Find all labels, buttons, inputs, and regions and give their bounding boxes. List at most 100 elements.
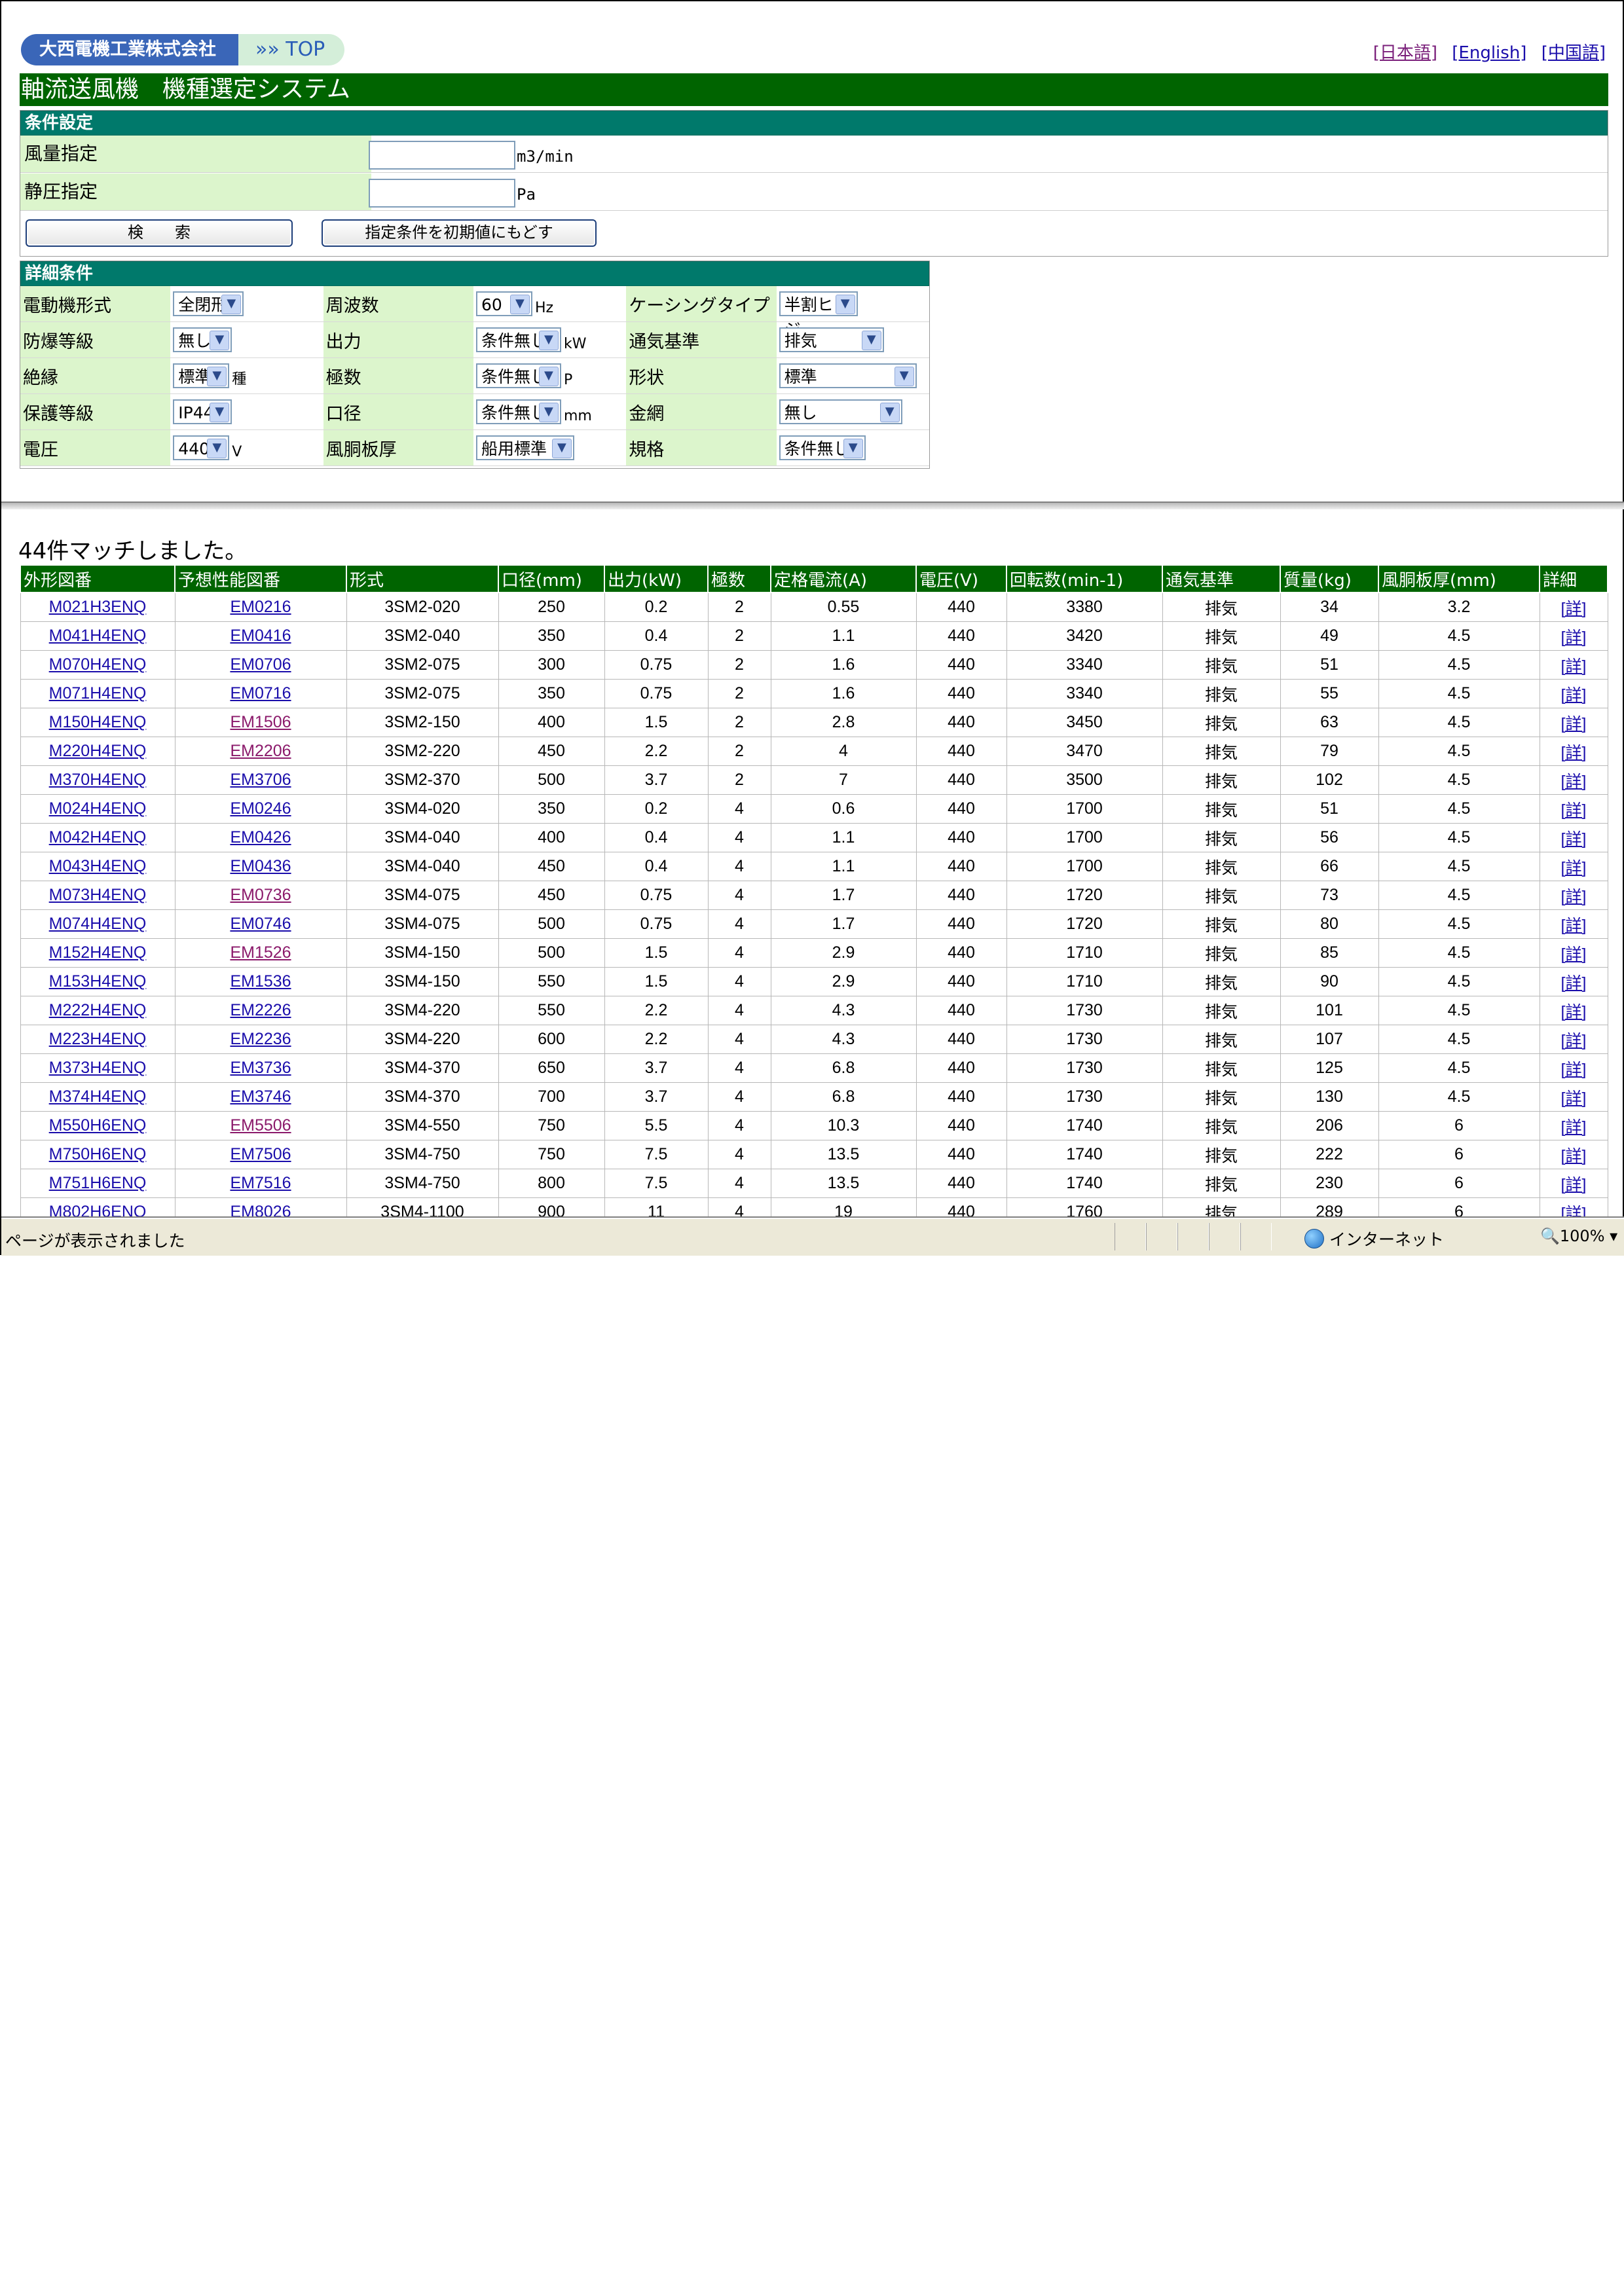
chevron-down-icon[interactable]: ▼ <box>207 367 227 386</box>
outline-drawing-link[interactable]: M550H6ENQ <box>49 1116 147 1135</box>
detail-link[interactable]: [詳] <box>1561 629 1587 647</box>
detail-link[interactable]: [詳] <box>1561 859 1587 877</box>
outline-drawing-link[interactable]: M750H6ENQ <box>49 1145 147 1163</box>
detail-link[interactable]: [詳] <box>1561 974 1587 993</box>
outline-drawing-link[interactable]: M153H4ENQ <box>49 972 147 991</box>
detail-link[interactable]: [詳] <box>1561 744 1587 762</box>
chevron-down-icon[interactable]: ▼ <box>843 439 863 458</box>
detail-link[interactable]: [詳] <box>1561 773 1587 791</box>
performance-drawing-link[interactable]: EM0426 <box>230 828 291 847</box>
chevron-down-icon[interactable]: ▼ <box>538 331 559 350</box>
outline-drawing-link[interactable]: M024H4ENQ <box>49 799 147 818</box>
performance-drawing-link[interactable]: EM1506 <box>230 713 291 731</box>
outline-drawing-link[interactable]: M041H4ENQ <box>49 627 147 645</box>
performance-drawing-link[interactable]: EM2226 <box>230 1001 291 1019</box>
chevron-down-icon[interactable]: ▼ <box>538 367 559 386</box>
performance-drawing-link[interactable]: EM3706 <box>230 771 291 789</box>
performance-drawing-link[interactable]: EM0246 <box>230 799 291 818</box>
performance-drawing-link[interactable]: EM7506 <box>230 1145 291 1163</box>
chevron-down-icon[interactable]: ▼ <box>221 295 242 314</box>
outline-drawing-link[interactable]: M070H4ENQ <box>49 655 147 674</box>
detail-link[interactable]: [詳] <box>1561 1061 1587 1079</box>
detail-link[interactable]: [詳] <box>1561 1089 1587 1108</box>
detail-select[interactable]: 半割ヒンジ▼ <box>779 291 858 339</box>
detail-select[interactable]: 排気 ▼ <box>779 327 884 352</box>
detail-select[interactable]: 条件無し ▼ <box>475 399 561 424</box>
performance-drawing-link[interactable]: EM0416 <box>230 627 291 645</box>
outline-drawing-link[interactable]: M042H4ENQ <box>49 828 147 847</box>
detail-link[interactable]: [詳] <box>1561 1032 1587 1050</box>
detail-select[interactable]: 全閉形 ▼ <box>173 291 244 316</box>
detail-select[interactable]: 条件無し ▼ <box>475 327 561 352</box>
detail-select[interactable]: 船用標準 ▼ <box>475 435 574 460</box>
performance-drawing-link[interactable]: EM2236 <box>230 1030 291 1048</box>
chevron-down-icon[interactable]: ▼ <box>551 439 572 458</box>
detail-select[interactable]: 60 ▼ <box>475 291 532 316</box>
top-link[interactable]: »» TOP <box>238 34 345 65</box>
chevron-down-icon[interactable]: ▼ <box>210 403 230 422</box>
company-logo[interactable]: 大西電機工業株式会社 »» TOP <box>21 34 345 65</box>
detail-link[interactable]: [詳] <box>1561 686 1587 704</box>
detail-link[interactable]: [詳] <box>1561 1003 1587 1021</box>
outline-drawing-link[interactable]: M074H4ENQ <box>49 915 147 933</box>
reset-conditions-button[interactable]: 指定条件を初期値にもどす <box>322 219 597 247</box>
outline-drawing-link[interactable]: M220H4ENQ <box>49 742 147 760</box>
detail-link[interactable]: [詳] <box>1561 945 1587 964</box>
outline-drawing-link[interactable]: M021H3ENQ <box>49 598 147 616</box>
performance-drawing-link[interactable]: EM2206 <box>230 742 291 760</box>
detail-select[interactable]: 無し ▼ <box>173 327 232 352</box>
lang-english-link[interactable]: [English] <box>1452 43 1526 63</box>
lang-chinese-link[interactable]: [中国語] <box>1541 43 1606 63</box>
detail-link[interactable]: [詳] <box>1561 830 1587 848</box>
outline-drawing-link[interactable]: M071H4ENQ <box>49 684 147 702</box>
chevron-down-icon[interactable]: ▼ <box>538 403 559 422</box>
detail-link[interactable]: [詳] <box>1561 1118 1587 1137</box>
detail-link[interactable]: [詳] <box>1561 1147 1587 1165</box>
outline-drawing-link[interactable]: M374H4ENQ <box>49 1087 147 1106</box>
outline-drawing-link[interactable]: M152H4ENQ <box>49 943 147 962</box>
chevron-down-icon[interactable]: ▼ <box>210 331 230 350</box>
pressure-input[interactable] <box>369 179 515 208</box>
detail-link[interactable]: [詳] <box>1561 657 1587 676</box>
chevron-down-icon[interactable]: ▼ <box>835 295 855 314</box>
chevron-down-icon[interactable]: ▼ <box>509 295 530 314</box>
detail-select[interactable]: 標準 ▼ <box>779 363 917 388</box>
detail-link[interactable]: [詳] <box>1561 715 1587 733</box>
performance-drawing-link[interactable]: EM1526 <box>230 943 291 962</box>
lang-japanese-link[interactable]: [日本語] <box>1373 43 1437 63</box>
performance-drawing-link[interactable]: EM1536 <box>230 972 291 991</box>
outline-drawing-link[interactable]: M370H4ENQ <box>49 771 147 789</box>
performance-drawing-link[interactable]: EM3746 <box>230 1087 291 1106</box>
outline-drawing-link[interactable]: M043H4ENQ <box>49 857 147 875</box>
performance-drawing-link[interactable]: EM5506 <box>230 1116 291 1135</box>
performance-drawing-link[interactable]: EM0706 <box>230 655 291 674</box>
detail-select[interactable]: 条件無し ▼ <box>475 363 561 388</box>
performance-drawing-link[interactable]: EM7516 <box>230 1174 291 1192</box>
chevron-down-icon[interactable]: ▼ <box>207 439 227 458</box>
detail-link[interactable]: [詳] <box>1561 917 1587 935</box>
performance-drawing-link[interactable]: EM0716 <box>230 684 291 702</box>
outline-drawing-link[interactable]: M222H4ENQ <box>49 1001 147 1019</box>
outline-drawing-link[interactable]: M150H4ENQ <box>49 713 147 731</box>
chevron-down-icon[interactable]: ▼ <box>894 367 914 386</box>
detail-select[interactable]: 無し ▼ <box>779 399 902 424</box>
outline-drawing-link[interactable]: M073H4ENQ <box>49 886 147 904</box>
outline-drawing-link[interactable]: M373H4ENQ <box>49 1059 147 1077</box>
detail-link[interactable]: [詳] <box>1561 888 1587 906</box>
performance-drawing-link[interactable]: EM0216 <box>230 598 291 616</box>
chevron-down-icon[interactable]: ▼ <box>879 403 900 422</box>
performance-drawing-link[interactable]: EM0746 <box>230 915 291 933</box>
detail-link[interactable]: [詳] <box>1561 1176 1587 1194</box>
outline-drawing-link[interactable]: M223H4ENQ <box>49 1030 147 1048</box>
zoom-control[interactable]: 🔍100% ▾ <box>1540 1227 1617 1245</box>
airflow-input[interactable] <box>369 141 515 170</box>
chevron-down-icon[interactable]: ▼ <box>861 331 881 350</box>
detail-link[interactable]: [詳] <box>1561 600 1587 618</box>
detail-link[interactable]: [詳] <box>1561 801 1587 820</box>
search-button[interactable]: 検 索 <box>26 219 293 247</box>
performance-drawing-link[interactable]: EM0736 <box>230 886 291 904</box>
detail-select[interactable]: 440 ▼ <box>173 435 230 460</box>
performance-drawing-link[interactable]: EM3736 <box>230 1059 291 1077</box>
detail-select[interactable]: 条件無し ▼ <box>779 435 866 460</box>
detail-select[interactable]: 標準 ▼ <box>173 363 230 388</box>
